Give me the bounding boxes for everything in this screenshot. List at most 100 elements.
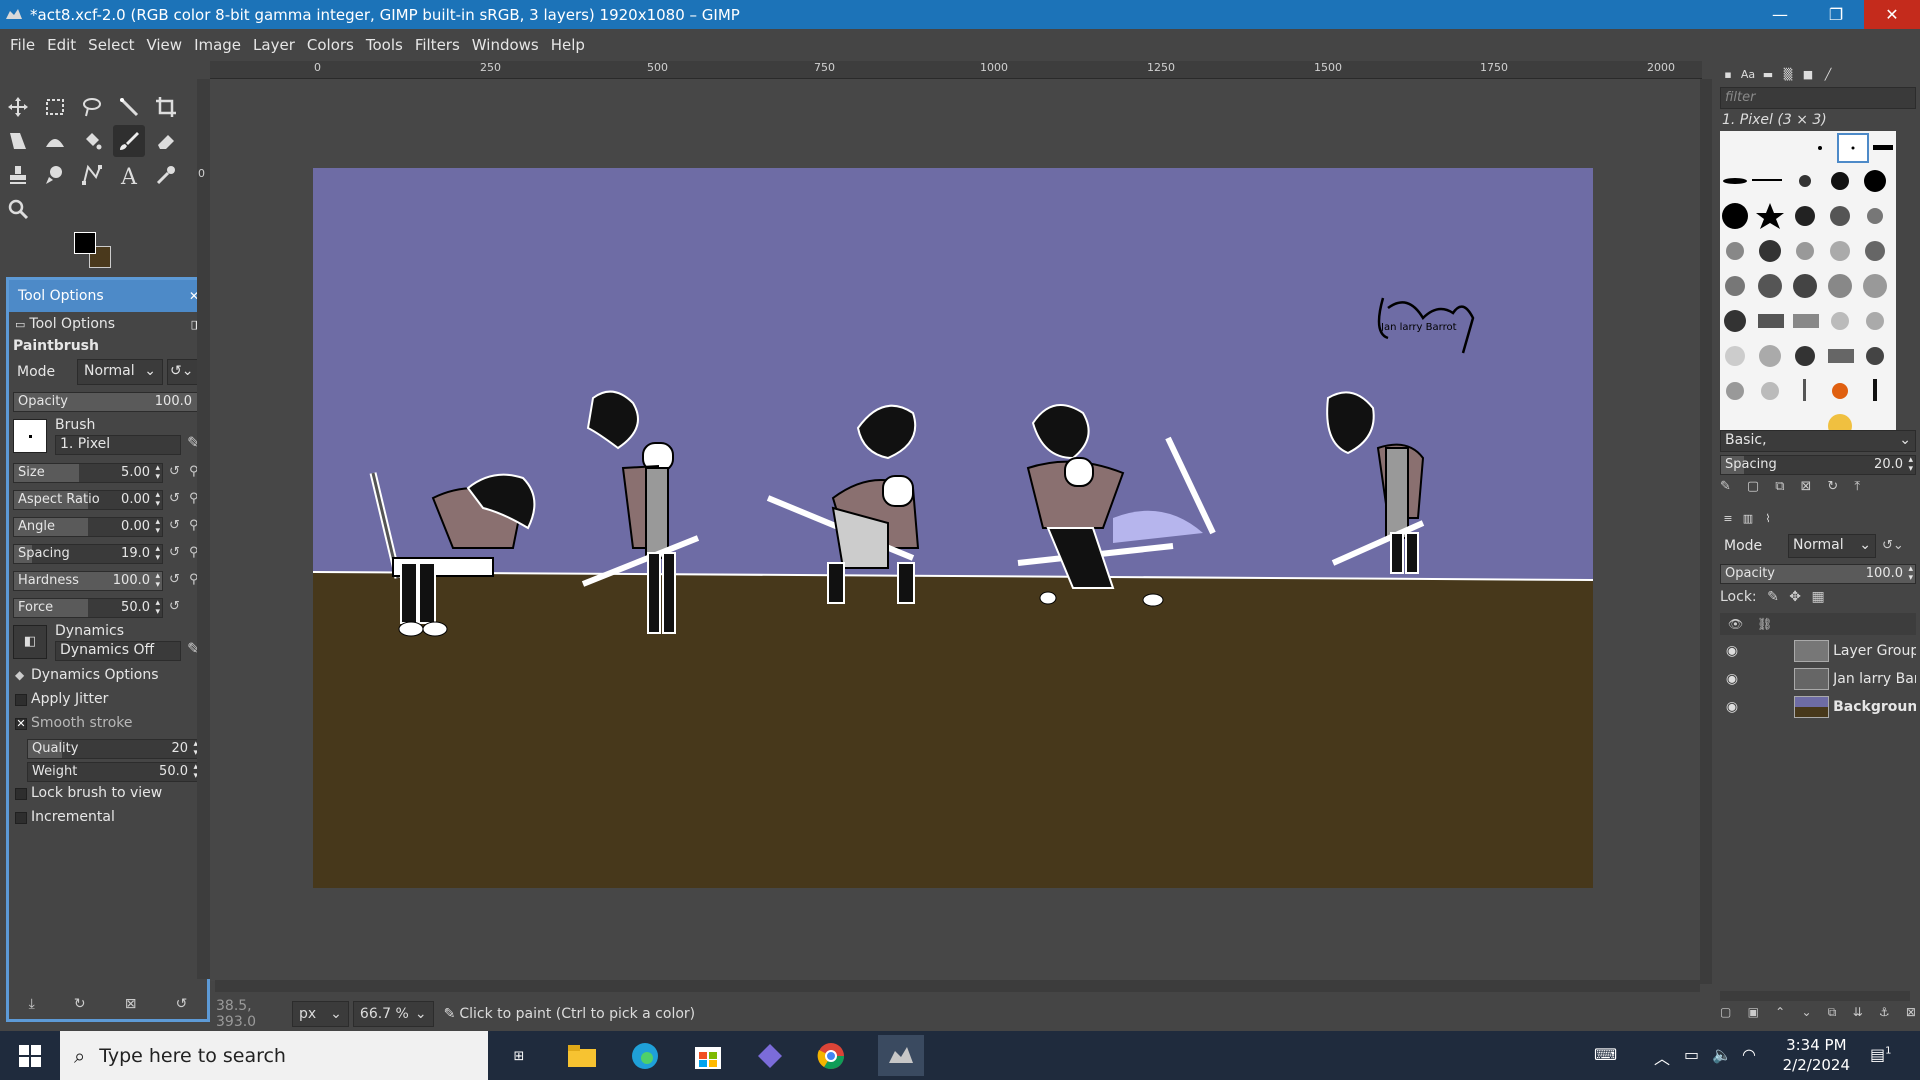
layer-opacity-slider[interactable]: Opacity 100.0 ▴ ▾ [1720,564,1916,584]
edge-browser-icon[interactable] [629,1040,661,1072]
eraser-tool-icon[interactable] [150,125,182,157]
aspect-ratio-slider[interactable]: Aspect Ratio 0.00 ▴ ▾ [13,490,163,510]
lock-pixels-icon[interactable]: ✎ [1767,589,1779,605]
lock-alpha-icon[interactable]: ▦ [1811,589,1824,605]
warp-tool-icon[interactable] [39,125,71,157]
reset-options-icon[interactable]: ↺ [176,996,188,1012]
new-layer-icon[interactable]: ▢ [1720,1005,1731,1025]
lower-layer-icon[interactable]: ⌄ [1801,1005,1811,1025]
layer-row[interactable]: ◉ Layer Group [1720,637,1916,665]
menu-filters[interactable]: Filters [409,29,466,61]
clone-tool-icon[interactable] [2,159,34,191]
menu-tools[interactable]: Tools [360,29,409,61]
menu-windows[interactable]: Windows [466,29,545,61]
patterns-tab-icon[interactable]: ▬ [1760,66,1776,82]
delete-layer-icon[interactable]: ⊠ [1906,1005,1916,1025]
task-view-icon[interactable]: ⊞ [503,1040,535,1072]
weight-slider[interactable]: Weight 50.0 ▴ ▾ [27,762,201,782]
mode-dropdown[interactable]: Normal ⌄ [77,359,163,385]
spin-arrows-icon[interactable]: ▴▾ [1908,565,1913,583]
reset-icon[interactable]: ↺⌄ [1882,538,1904,553]
system-clock[interactable]: 3:34 PM 2/2/2024 [1783,1035,1850,1075]
restore-button[interactable]: ❐ [1808,0,1864,29]
reset-icon[interactable]: ↺ [169,572,180,587]
gradients-tab-icon[interactable]: ▒ [1780,66,1796,82]
reset-icon[interactable]: ↺ [169,464,180,479]
duplicate-brush-icon[interactable]: ⧉ [1775,479,1784,494]
fg-bg-color-swatches[interactable] [74,232,116,272]
horizontal-ruler[interactable]: 0 250 500 750 1000 1250 1500 1750 2000 [210,61,1702,79]
lock-brush-checkbox[interactable] [15,788,27,800]
reset-icon[interactable]: ↺ [169,491,180,506]
color-picker-tool-icon[interactable] [150,159,182,191]
fonts-tab-icon[interactable]: Aa [1740,66,1756,82]
layer-mode-dropdown[interactable]: Normal ⌄ [1788,534,1876,558]
paths-tool-icon[interactable] [76,159,108,191]
reset-icon[interactable]: ↺ [169,545,180,560]
fuzzy-select-tool-icon[interactable] [113,91,145,123]
reset-icon[interactable]: ↺ [169,599,180,614]
paintbrush-tool-icon[interactable] [113,125,145,157]
layer-row[interactable]: ◉ Backgrounc [1720,693,1916,721]
edit-brush-icon[interactable]: ✎ [1720,479,1731,494]
menu-layer[interactable]: Layer [247,29,301,61]
menu-file[interactable]: File [4,29,41,61]
anchor-layer-icon[interactable]: ⚓ [1879,1005,1890,1025]
gimp-taskbar-icon[interactable] [878,1035,924,1076]
apply-jitter-checkbox[interactable] [15,694,27,706]
horizontal-scrollbar[interactable] [215,980,1700,992]
open-brush-icon[interactable]: ⤒ [1854,479,1860,494]
eye-icon[interactable]: ◉ [1720,699,1744,715]
menu-view[interactable]: View [140,29,188,61]
delete-options-icon[interactable]: ⊠ [125,996,137,1012]
layers-hscrollbar[interactable] [1720,991,1910,1001]
spin-arrows-icon[interactable]: ▴▾ [155,491,160,509]
microsoft-store-icon[interactable] [692,1040,724,1072]
menu-image[interactable]: Image [188,29,247,61]
spin-arrows-icon[interactable]: ▴▾ [1908,456,1913,474]
crop-tool-icon[interactable] [150,91,182,123]
brushes-grid[interactable] [1720,131,1896,431]
paths-tab-icon[interactable]: ⌇ [1760,510,1776,526]
windows-start-icon[interactable] [14,1040,46,1072]
menu-colors[interactable]: Colors [301,29,360,61]
battery-icon[interactable]: ▭ [1684,1045,1699,1064]
brush-filter-input[interactable]: filter [1720,87,1916,109]
text-tool-icon[interactable]: A [113,159,145,191]
brushes-tab-icon[interactable]: ▪ [1720,66,1736,82]
dynamics-preview[interactable]: ◧ [13,625,47,659]
rect-select-tool-icon[interactable] [39,91,71,123]
size-slider[interactable]: Size 5.00 ▴ ▾ [13,463,163,483]
refresh-brushes-icon[interactable]: ↻ [1827,479,1838,494]
close-button[interactable]: ✕ [1864,0,1920,29]
duplicate-layer-icon[interactable]: ⧉ [1828,1005,1837,1025]
menu-edit[interactable]: Edit [41,29,82,61]
spin-arrows-icon[interactable]: ▴▾ [155,572,160,590]
expand-icon[interactable]: ◆ [15,668,24,682]
copilot-icon[interactable] [754,1040,786,1072]
eye-icon[interactable]: ◉ [1720,671,1744,687]
spin-arrows-icon[interactable]: ▴▾ [155,464,160,482]
menu-select[interactable]: Select [82,29,140,61]
smooth-stroke-checkbox[interactable]: ✕ [15,718,27,730]
new-layer-group-icon[interactable]: ▣ [1748,1005,1759,1025]
transform-tool-icon[interactable] [2,125,34,157]
smudge-tool-icon[interactable] [39,159,71,191]
vertical-ruler[interactable]: 0 [197,79,210,979]
spin-arrows-icon[interactable]: ▴▾ [155,545,160,563]
spin-arrows-icon[interactable]: ▴▾ [155,599,160,617]
dynamics-options-label[interactable]: Dynamics Options [31,667,159,683]
brush-preview[interactable] [13,419,47,453]
zoom-tool-icon[interactable] [2,193,34,225]
move-tool-icon[interactable] [2,91,34,123]
vertical-scrollbar[interactable] [1700,79,1712,984]
zoom-dropdown[interactable]: 66.7 % ⌄ [352,1001,434,1027]
bucket-fill-tool-icon[interactable] [76,125,108,157]
minimize-button[interactable]: — [1752,0,1808,29]
menu-help[interactable]: Help [545,29,591,61]
keyboard-icon[interactable]: ⌨ [1594,1045,1617,1064]
file-explorer-icon[interactable] [566,1040,598,1072]
delete-brush-icon[interactable]: ⊠ [1801,479,1812,494]
lock-position-icon[interactable]: ✥ [1789,589,1801,605]
foreground-color[interactable] [74,232,96,254]
